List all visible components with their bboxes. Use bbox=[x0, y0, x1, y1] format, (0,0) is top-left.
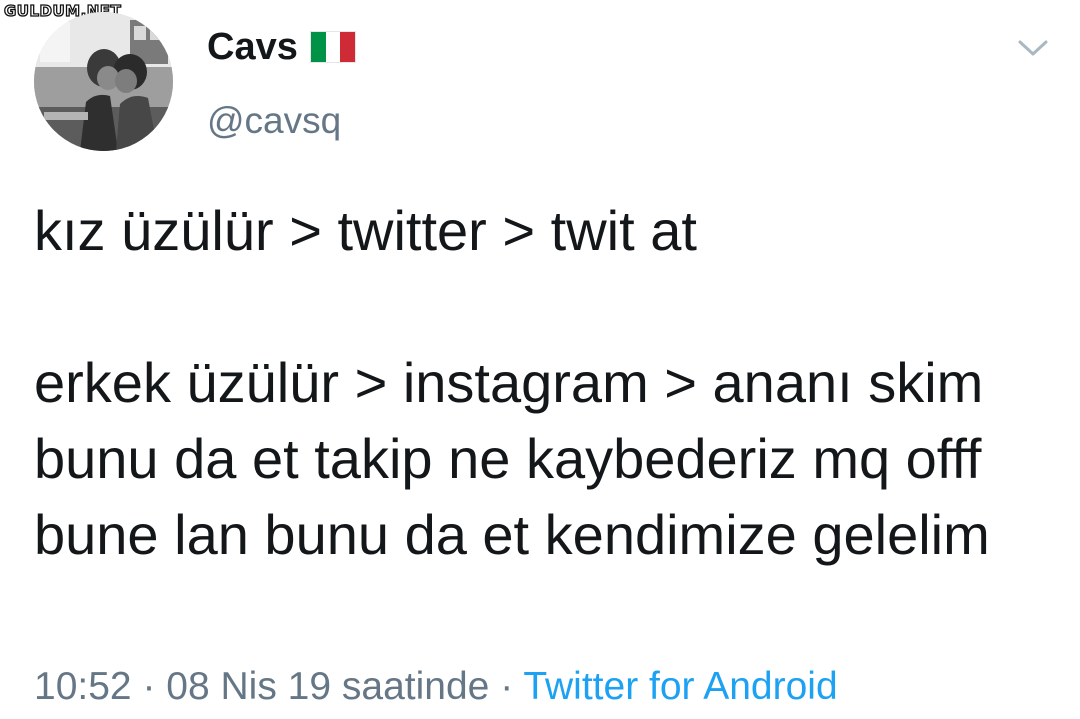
display-name[interactable]: Cavs bbox=[207, 28, 298, 66]
meta-separator: · bbox=[500, 665, 514, 708]
user-handle[interactable]: @cavsq bbox=[207, 102, 341, 139]
italy-flag-icon bbox=[309, 31, 356, 63]
tweet-source-link[interactable]: Twitter for Android bbox=[523, 665, 837, 708]
tweet-meta: 10:52 · 08 Nis 19 saatinde · Twitter for… bbox=[34, 664, 838, 710]
display-name-row[interactable]: Cavs bbox=[207, 28, 356, 66]
tweet-date[interactable]: 08 Nis 19 saatinde bbox=[166, 665, 489, 708]
avatar[interactable] bbox=[34, 12, 173, 151]
meta-separator: · bbox=[142, 665, 156, 708]
chevron-down-icon[interactable] bbox=[1016, 36, 1050, 60]
tweet-time[interactable]: 10:52 bbox=[34, 665, 132, 708]
tweet-text: kız üzülür > twitter > twit at erkek üzü… bbox=[34, 199, 990, 566]
